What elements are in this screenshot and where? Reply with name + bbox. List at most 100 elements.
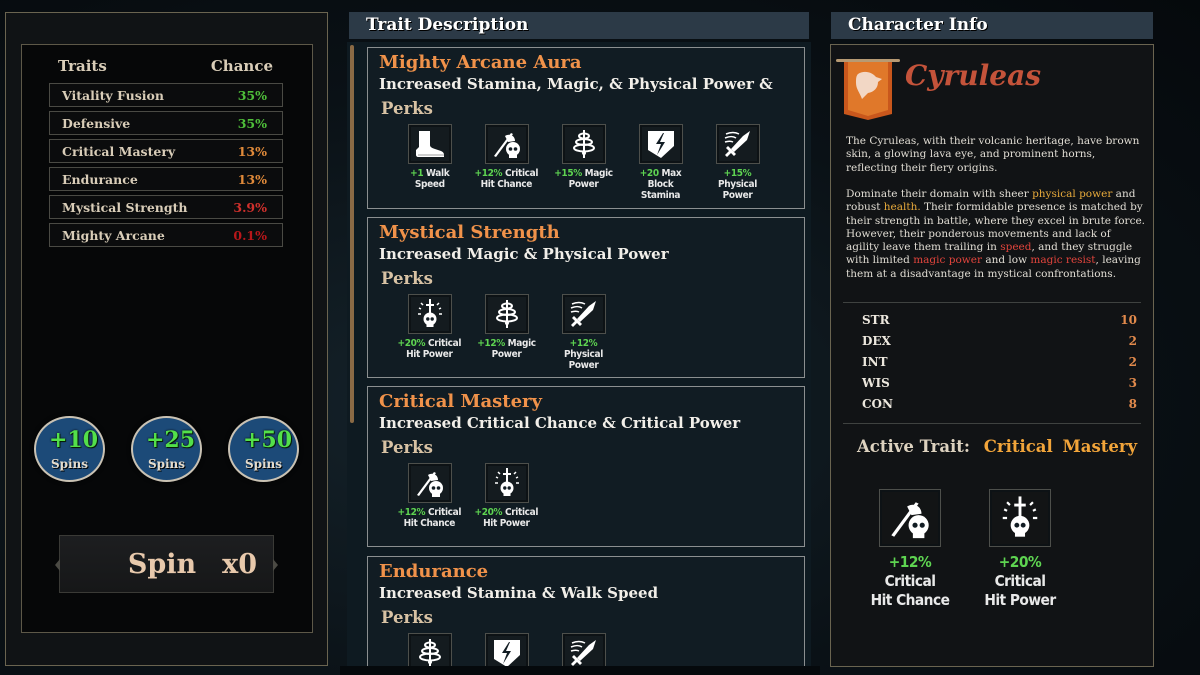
magic-swirl-icon — [407, 633, 452, 667]
active-trait-perks: +12% Critical Hit Chance +20% Critical Hit… — [858, 489, 1072, 610]
perks-heading: Perks — [381, 99, 433, 118]
character-info-title: Character Info — [831, 12, 1153, 39]
character-stats: STR 10 DEX 2 INT 2 WIS 3 CON 8 — [862, 313, 1137, 418]
character-lore-intro: The Cyruleas, with their volcanic herita… — [846, 135, 1140, 174]
trait-name: Mystical Strength — [62, 199, 188, 215]
axe-skull-icon — [879, 489, 941, 547]
magic-swirl-icon — [484, 294, 529, 334]
active-trait: Active Trait: Critical Mastery — [857, 437, 1137, 456]
trait-card-mystical-strength: Mystical Strength Increased Magic & Phys… — [367, 217, 805, 378]
character-name: Cyruleas — [905, 59, 1042, 92]
trait-name: Critical Mastery — [62, 143, 176, 159]
spin-pack-label: Spins — [147, 457, 186, 471]
spin-pack-amount: +10 — [48, 427, 99, 453]
character-lore-details: Dominate their domain with sheer physica… — [846, 188, 1145, 280]
sword-skull-icon — [407, 294, 452, 334]
trait-card-endurance: Endurance Increased Stamina & Walk Speed… — [367, 556, 805, 667]
add-50-spins-button[interactable]: +50 Spins — [228, 416, 299, 482]
perk-critical-hit-power[interactable]: +20% Critical Hit Power — [468, 463, 545, 529]
perk-physical-power[interactable]: +15% Physical Power — [699, 124, 776, 201]
perk-max-block-stamina[interactable] — [468, 633, 545, 667]
perk-walk-speed[interactable]: +1 Walk Speed — [391, 124, 468, 201]
trait-card-description: Increased Magic & Physical Power — [379, 245, 669, 263]
trait-chance: 0.1% — [233, 227, 267, 243]
perk-label: +12% Critical Hit Chance — [474, 168, 539, 190]
trait-row-defensive[interactable]: Defensive 35% — [49, 111, 283, 135]
trait-card-name: Critical Mastery — [379, 391, 542, 412]
perk-label: +1 Walk Speed — [409, 168, 450, 190]
traits-chance-list: Vitality Fusion 35% Defensive 35% Critic… — [49, 83, 283, 251]
perk-physical-power[interactable] — [545, 633, 622, 667]
perks-heading: Perks — [381, 438, 433, 457]
perk-critical-hit-chance[interactable]: +12% Critical Hit Chance — [468, 124, 545, 201]
spin-pack-label: Spins — [50, 457, 89, 471]
divider — [843, 302, 1141, 303]
scrollbar-thumb[interactable] — [350, 45, 354, 423]
perk-max-block-stamina[interactable]: +20 Max Block Stamina — [622, 124, 699, 201]
add-10-spins-button[interactable]: +10 Spins — [34, 416, 105, 482]
perk-list: +12% Critical Hit Chance +20% Critical Hit… — [391, 463, 792, 529]
viewport-bottom-edge — [340, 666, 820, 675]
trait-row-critical-mastery[interactable]: Critical Mastery 13% — [49, 139, 283, 163]
trait-card-mighty-arcane-aura: Mighty Arcane Aura Increased Stamina, Ma… — [367, 47, 805, 209]
spin-pack-amount: +25 — [145, 427, 196, 453]
perk-critical-hit-power[interactable]: +20% Critical Hit Power — [391, 294, 468, 371]
trait-name: Defensive — [62, 115, 131, 131]
add-25-spins-button[interactable]: +25 Spins — [131, 416, 202, 482]
traits-table-header: Traits Chance — [58, 57, 273, 75]
perk-magic-power[interactable]: +15% Magic Power — [545, 124, 622, 201]
perk-physical-power[interactable]: +12% Physical Power — [545, 294, 622, 371]
trait-row-endurance[interactable]: Endurance 13% — [49, 167, 283, 191]
perk-label: +12% Critical Hit Chance — [397, 507, 462, 529]
trait-name: Vitality Fusion — [62, 87, 164, 103]
trait-chance: 35% — [237, 87, 267, 103]
perk-list — [391, 633, 792, 667]
highlight-magic-power: magic power — [913, 254, 982, 267]
highlight-speed: speed — [1000, 241, 1032, 254]
highlight-health: health. — [883, 201, 921, 214]
perk-magic-power[interactable] — [391, 633, 468, 667]
perks-heading: Perks — [381, 269, 433, 288]
perk-label: +12% Critical Hit Chance — [870, 553, 950, 609]
trait-card-description: Increased Critical Chance & Critical Pow… — [379, 414, 741, 432]
active-perk-critical-hit-chance[interactable]: +12% Critical Hit Chance — [858, 489, 962, 610]
active-trait-label: Active Trait: — [857, 437, 971, 456]
active-perk-critical-hit-power[interactable]: +20% Critical Hit Power — [968, 489, 1072, 610]
perk-magic-power[interactable]: +12% Magic Power — [468, 294, 545, 371]
spin-button-label: Spin — [127, 548, 197, 580]
trait-card-name: Mighty Arcane Aura — [379, 52, 582, 73]
trait-chance: 35% — [237, 115, 267, 131]
perk-label: +20% Critical Hit Power — [984, 553, 1056, 609]
trait-row-mystical-strength[interactable]: Mystical Strength 3.9% — [49, 195, 283, 219]
perk-label: +12% Magic Power — [477, 338, 536, 360]
trait-chance: 3.9% — [233, 199, 267, 215]
perks-heading: Perks — [381, 608, 433, 627]
trait-name: Endurance — [62, 171, 138, 187]
stat-str: STR 10 — [862, 313, 1137, 327]
perk-list: +1 Walk Speed +12% Critical Hit Chance +15… — [391, 124, 792, 201]
sword-skull-icon — [989, 489, 1051, 547]
trait-chance: 13% — [237, 143, 267, 159]
axe-skull-icon — [407, 463, 452, 503]
perk-label: +15% Magic Power — [554, 168, 613, 190]
traits-column-header: Traits — [58, 57, 107, 75]
trait-name: Mighty Arcane — [62, 227, 165, 243]
trait-description-scrollbar[interactable] — [350, 44, 354, 664]
spin-packs: +10 Spins +25 Spins +50 Spins — [34, 416, 299, 482]
perk-label: +20 Max Block Stamina — [639, 168, 682, 201]
spin-button[interactable]: Spin x0 — [55, 535, 278, 593]
faction-banner-icon — [836, 56, 900, 122]
trait-card-description: Increased Stamina & Walk Speed — [379, 584, 659, 602]
stat-int: INT 2 — [862, 355, 1137, 369]
sword-slash-icon — [561, 633, 606, 667]
trait-row-mighty-arcane[interactable]: Mighty Arcane 0.1% — [49, 223, 283, 247]
stat-con: CON 8 — [862, 397, 1137, 411]
divider — [843, 423, 1141, 424]
magic-swirl-icon — [561, 124, 606, 164]
perk-critical-hit-chance[interactable]: +12% Critical Hit Chance — [391, 463, 468, 529]
lightning-shield-icon — [638, 124, 683, 164]
lightning-shield-icon — [484, 633, 529, 667]
boot-icon — [407, 124, 452, 164]
trait-row-vitality-fusion[interactable]: Vitality Fusion 35% — [49, 83, 283, 107]
trait-description-title: Trait Description — [349, 12, 809, 39]
